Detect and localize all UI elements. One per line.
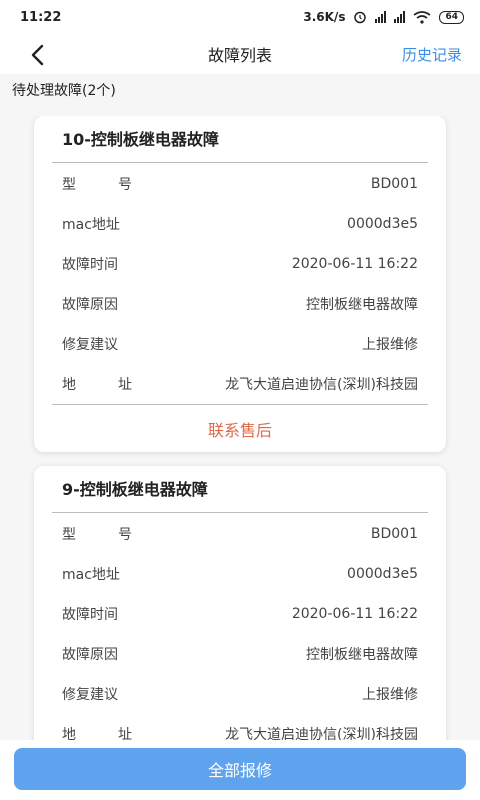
fault-title: 10-控制板继电器故障	[62, 130, 219, 149]
field-value: BD001	[370, 526, 418, 542]
field-row-cause: 故障原因 控制板继电器故障	[62, 644, 418, 664]
alarm-icon	[354, 11, 367, 24]
field-value: 2020-06-11 16:22	[291, 606, 418, 622]
field-label: 故障时间	[62, 607, 118, 623]
field-row-cause: 故障原因 控制板继电器故障	[62, 294, 418, 314]
field-label: mac地址	[62, 217, 120, 233]
field-value: 上报维修	[362, 337, 418, 353]
pending-faults-header: 待处理故障(2个)	[12, 83, 116, 99]
field-row-mac: mac地址 0000d3e5	[62, 214, 418, 234]
field-value: BD001	[370, 176, 418, 192]
field-row-model: 型号 BD001	[62, 174, 418, 194]
nav-bar: 故障列表 历史记录	[0, 34, 480, 74]
field-value: 上报维修	[362, 687, 418, 703]
signal-icon	[375, 11, 387, 23]
field-value: 0000d3e5	[347, 216, 418, 232]
field-row-address: 地址 龙飞大道启迪协信(深圳)科技园	[62, 374, 418, 394]
wifi-icon	[413, 10, 431, 24]
field-row-suggestion: 修复建议 上报维修	[62, 684, 418, 704]
field-value: 0000d3e5	[347, 566, 418, 582]
signal-icon	[394, 11, 406, 23]
divider	[52, 512, 428, 513]
status-icons: 3.6K/s 64	[303, 10, 464, 24]
field-label: 故障时间	[62, 257, 118, 273]
field-row-model: 型号 BD001	[62, 524, 418, 544]
repair-all-button[interactable]: 全部报修	[14, 748, 466, 790]
status-bar: 11:22 3.6K/s 64	[0, 0, 480, 34]
field-row-mac: mac地址 0000d3e5	[62, 564, 418, 584]
field-value: 控制板继电器故障	[306, 647, 418, 663]
field-value: 控制板继电器故障	[306, 297, 418, 313]
field-label: 故障原因	[62, 647, 118, 663]
status-time: 11:22	[20, 9, 62, 25]
field-label: 故障原因	[62, 297, 118, 313]
field-row-suggestion: 修复建议 上报维修	[62, 334, 418, 354]
bottom-action-bar: 全部报修	[0, 740, 480, 800]
chevron-left-icon	[31, 44, 44, 66]
fault-card: 9-控制板继电器故障 型号 BD001 mac地址 0000d3e5 故障时间 …	[34, 466, 446, 742]
field-value: 龙飞大道启迪协信(深圳)科技园	[225, 377, 418, 393]
history-link[interactable]: 历史记录	[402, 44, 462, 65]
field-label: 型号	[62, 177, 132, 193]
field-label: 修复建议	[62, 337, 118, 353]
fault-list[interactable]: 10-控制板继电器故障 型号 BD001 mac地址 0000d3e5 故障时间…	[0, 116, 480, 742]
field-row-time: 故障时间 2020-06-11 16:22	[62, 254, 418, 274]
battery-icon: 64	[439, 10, 464, 24]
fault-title: 9-控制板继电器故障	[62, 480, 208, 499]
divider	[52, 404, 428, 405]
field-label: 型号	[62, 527, 132, 543]
network-speed: 3.6K/s	[303, 10, 346, 24]
field-label: 地址	[62, 377, 132, 393]
field-label: 修复建议	[62, 687, 118, 703]
contact-support-button[interactable]: 联系售后	[34, 408, 446, 450]
back-button[interactable]	[22, 40, 52, 70]
fault-card: 10-控制板继电器故障 型号 BD001 mac地址 0000d3e5 故障时间…	[34, 116, 446, 452]
field-row-time: 故障时间 2020-06-11 16:22	[62, 604, 418, 624]
field-value: 2020-06-11 16:22	[291, 256, 418, 272]
divider	[52, 162, 428, 163]
field-label: mac地址	[62, 567, 120, 583]
